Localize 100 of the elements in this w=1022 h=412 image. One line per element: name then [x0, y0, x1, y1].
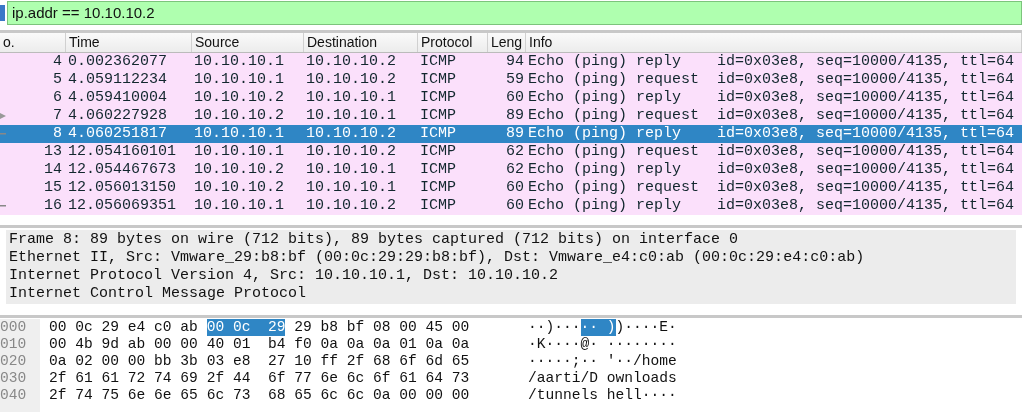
source-cell: 10.10.10.2	[194, 107, 284, 125]
packet-number: 6	[53, 89, 62, 107]
info-cell: Echo (ping) reply id=0x03e8, seq=10000/4135, ttl=64	[528, 197, 1015, 215]
time-cell: 0.002362077	[68, 53, 168, 71]
packet-row[interactable]: 8 4.060251817 10.10.10.1 10.10.10.2 ICMP 89 Echo (ping) reply id=0x03e8, seq=10000/4135, ttl=64	[0, 125, 1022, 143]
ascii-text: )····E·	[615, 319, 677, 336]
source-cell: 10.10.10.2	[194, 161, 284, 179]
hex-offset: 020	[0, 353, 27, 369]
info-cell: Echo (ping) request id=0x03e8, seq=10000/4135, ttl=64	[528, 179, 1015, 197]
time-cell: 4.059410004	[68, 89, 168, 107]
info-cell: Echo (ping) request id=0x03e8, seq=10000/4135, ttl=64	[528, 107, 1015, 125]
length-cell: 94	[506, 53, 524, 71]
packet-row[interactable]: 15 12.056013150 10.10.10.2 10.10.10.1 ICMP 60 Echo (ping) request id=0x03e8, seq=10000/4135, ttl=64	[0, 179, 1022, 197]
time-cell: 12.056069351	[68, 197, 177, 215]
length-cell: 60	[506, 197, 524, 215]
protocol-cell: ICMP	[420, 107, 456, 125]
packet-row[interactable]: 7 4.060227928 10.10.10.2 10.10.10.1 ICMP 89 Echo (ping) request id=0x03e8, seq=10000/4135, ttl=64	[0, 107, 1022, 125]
length-cell: 89	[506, 125, 524, 143]
destination-cell: 10.10.10.2	[306, 53, 396, 71]
ascii-text: /aarti/D ownloads	[528, 370, 677, 387]
length-cell: 59	[506, 71, 524, 89]
packet-number: 14	[44, 161, 62, 179]
destination-header[interactable]: Destination	[304, 33, 418, 52]
hex-bytes: 00 0c 29	[206, 319, 286, 336]
packet-row[interactable]: 6 4.059410004 10.10.10.2 10.10.10.1 ICMP 60 Echo (ping) reply id=0x03e8, seq=10000/4135, ttl=64	[0, 89, 1022, 107]
hex-offset: 040	[0, 387, 27, 403]
destination-cell: 10.10.10.2	[306, 143, 396, 161]
protocol-cell: ICMP	[420, 161, 456, 179]
destination-cell: 10.10.10.1	[306, 179, 396, 197]
length-cell: 60	[506, 89, 524, 107]
packet-row[interactable]: 13 12.054160101 10.10.10.1 10.10.10.2 ICMP 62 Echo (ping) request id=0x03e8, seq=10000/4135, ttl=64	[0, 143, 1022, 161]
destination-cell: 10.10.10.1	[306, 107, 396, 125]
protocol-cell: ICMP	[420, 125, 456, 143]
packet-row[interactable]: 14 12.054467673 10.10.10.2 10.10.10.1 ICMP 62 Echo (ping) reply id=0x03e8, seq=10000/4135, ttl=64	[0, 161, 1022, 179]
protocol-header[interactable]: Protocol	[418, 33, 488, 52]
ascii-text: ··)···	[528, 319, 581, 336]
info-cell: Echo (ping) reply id=0x03e8, seq=10000/4135, ttl=64	[528, 53, 1015, 71]
packet-row[interactable]: 16 12.056069351 10.10.10.1 10.10.10.2 ICMP 60 Echo (ping) reply id=0x03e8, seq=10000/4135, ttl=64	[0, 197, 1022, 215]
hex-bytes: 00 0c 29 e4 c0 ab	[49, 319, 199, 336]
filter-field[interactable]: ip.addr == 10.10.10.2	[7, 1, 1022, 25]
packet-row[interactable]: 5 4.059112234 10.10.10.1 10.10.10.2 ICMP 59 Echo (ping) request id=0x03e8, seq=10000/4135, ttl=64	[0, 71, 1022, 89]
source-cell: 10.10.10.1	[194, 125, 284, 143]
source-cell: 10.10.10.1	[194, 197, 284, 215]
detail-line[interactable]: Frame 8: 89 bytes on wire (712 bits), 89 bytes captured (712 bits) on interface 0	[6, 231, 1016, 249]
detail-line[interactable]: Internet Control Message Protocol	[6, 285, 1016, 303]
packet-number: 13	[44, 143, 62, 161]
time-cell: 12.054467673	[68, 161, 177, 179]
source-cell: 10.10.10.1	[194, 71, 284, 89]
source-cell: 10.10.10.2	[194, 89, 284, 107]
hex-offset: 010	[0, 336, 27, 352]
source-header[interactable]: Source	[192, 33, 304, 52]
source-cell: 10.10.10.2	[194, 179, 284, 197]
packet-row[interactable]: 4 0.002362077 10.10.10.1 10.10.10.2 ICMP 94 Echo (ping) reply id=0x03e8, seq=10000/4135, ttl=64	[0, 53, 1022, 71]
length-cell: 62	[506, 161, 524, 179]
ascii-text: ·K····@· ········	[528, 336, 677, 353]
packet-number: 16	[44, 197, 62, 215]
protocol-cell: ICMP	[420, 89, 456, 107]
destination-cell: 10.10.10.1	[306, 161, 396, 179]
packet-number: 15	[44, 179, 62, 197]
detail-line[interactable]: Ethernet II, Src: Vmware_29:b8:bf (00:0c:29:29:b8:bf), Dst: Vmware_e4:c0:ab (00:0c:29:e4:c0:ab)	[6, 249, 1016, 267]
time-cell: 4.060227928	[68, 107, 168, 125]
ascii-text: ·····;·· '··/home	[528, 353, 677, 370]
hex-bytes: 29 b8 bf 08 00 45 00	[293, 319, 470, 336]
protocol-cell: ICMP	[420, 197, 456, 215]
protocol-cell: ICMP	[420, 143, 456, 161]
time-cell: 12.056013150	[68, 179, 177, 197]
info-cell: Echo (ping) request id=0x03e8, seq=10000/4135, ttl=64	[528, 143, 1015, 161]
packet-number: 5	[53, 71, 62, 89]
source-cell: 10.10.10.1	[194, 143, 284, 161]
destination-cell: 10.10.10.2	[306, 197, 396, 215]
time-cell: 4.060251817	[68, 125, 168, 143]
info-cell: Echo (ping) request id=0x03e8, seq=10000/4135, ttl=64	[528, 71, 1015, 89]
source-cell: 10.10.10.1	[194, 53, 284, 71]
time-header[interactable]: Time	[66, 33, 192, 52]
hex-offset: 000	[0, 319, 27, 335]
ascii-text: /tunnels hell····	[528, 387, 677, 404]
length-cell: 60	[506, 179, 524, 197]
length-header[interactable]: Leng	[488, 33, 526, 52]
info-cell: Echo (ping) reply id=0x03e8, seq=10000/4135, ttl=64	[528, 89, 1015, 107]
info-header[interactable]: Info	[526, 33, 1022, 52]
detail-line[interactable]: Internet Protocol Version 4, Src: 10.10.10.1, Dst: 10.10.10.2	[6, 267, 1016, 285]
number-header[interactable]: o.	[0, 33, 66, 52]
time-cell: 4.059112234	[68, 71, 168, 89]
bookmark-icon[interactable]	[0, 4, 6, 22]
length-cell: 89	[506, 107, 524, 125]
hex-bytes: 0a 02 00 00 bb 3b 03 e8 27 10 ff 2f 68 6f 6d 65	[49, 353, 470, 370]
length-cell: 62	[506, 143, 524, 161]
info-cell: Echo (ping) reply id=0x03e8, seq=10000/4135, ttl=64	[528, 125, 1015, 143]
hex-bytes: 00 4b 9d ab 00 00 40 01 b4 f0 0a 0a 0a 01 0a 0a	[49, 336, 470, 353]
info-cell: Echo (ping) reply id=0x03e8, seq=10000/4135, ttl=64	[528, 161, 1015, 179]
protocol-cell: ICMP	[420, 53, 456, 71]
destination-cell: 10.10.10.2	[306, 71, 396, 89]
ascii-text: ·· )	[580, 319, 616, 336]
hex-bytes: 2f 74 75 6e 6e 65 6c 73 68 65 6c 6c 0a 00 00 00	[49, 387, 470, 404]
protocol-cell: ICMP	[420, 179, 456, 197]
destination-cell: 10.10.10.1	[306, 89, 396, 107]
destination-cell: 10.10.10.2	[306, 125, 396, 143]
time-cell: 12.054160101	[68, 143, 177, 161]
hex-bytes: 2f 61 61 72 74 69 2f 44 6f 77 6e 6c 6f 61 64 73	[49, 370, 470, 387]
protocol-cell: ICMP	[420, 71, 456, 89]
